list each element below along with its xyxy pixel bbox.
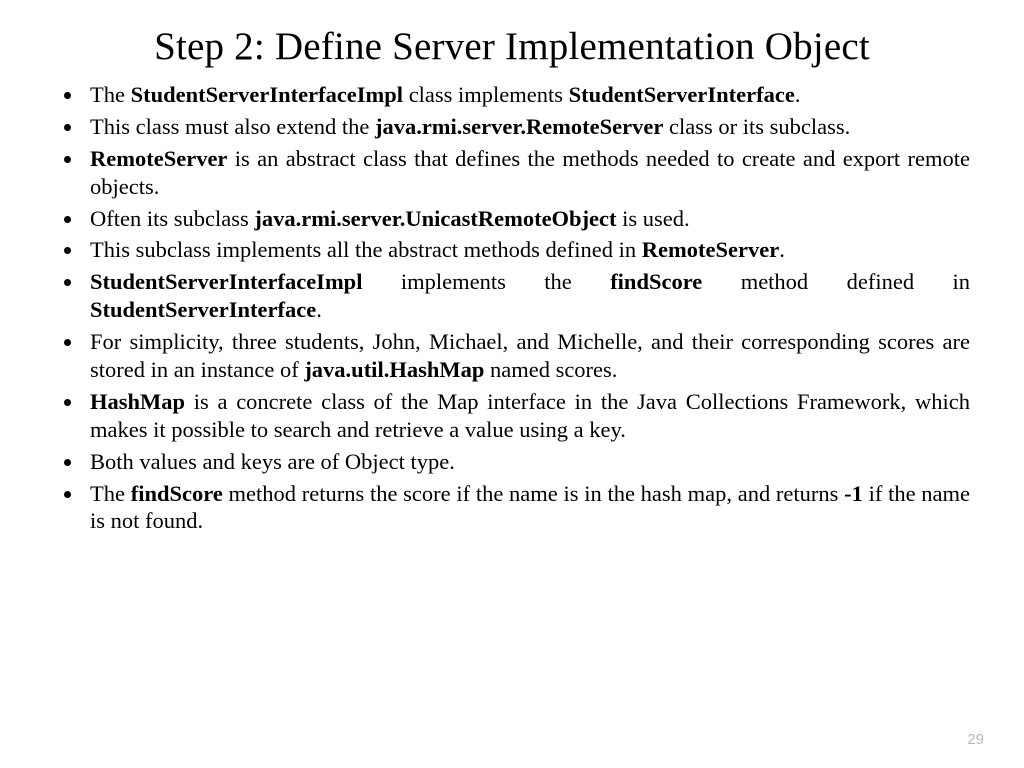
text-run: . — [779, 237, 785, 262]
text-run: Often its subclass — [90, 206, 254, 231]
bullet-item: Both values and keys are of Object type. — [84, 448, 970, 476]
text-run: HashMap — [90, 389, 185, 414]
text-run: findScore — [131, 481, 223, 506]
bullet-item: RemoteServer is an abstract class that d… — [84, 145, 970, 201]
bullet-item: Often its subclass java.rmi.server.Unica… — [84, 205, 970, 233]
text-run: is a concrete class of the Map interface… — [90, 389, 970, 442]
bullet-item: StudentServerInterfaceImpl implements th… — [84, 268, 970, 324]
text-run: findScore — [610, 269, 702, 294]
text-run: implements the — [362, 269, 610, 294]
text-run: java.rmi.server.UnicastRemoteObject — [254, 206, 616, 231]
text-run: StudentServerInterface — [90, 297, 316, 322]
text-run: The — [90, 82, 131, 107]
text-run: named scores. — [484, 357, 617, 382]
text-run: class or its subclass. — [663, 114, 850, 139]
slide: Step 2: Define Server Implementation Obj… — [0, 0, 1024, 768]
text-run: java.rmi.server.RemoteServer — [375, 114, 663, 139]
text-run: is used. — [617, 206, 690, 231]
text-run: method returns the score if the name is … — [223, 481, 844, 506]
text-run: . — [316, 297, 322, 322]
bullet-list: The StudentServerInterfaceImpl class imp… — [54, 81, 970, 535]
text-run: StudentServerInterface — [569, 82, 795, 107]
text-run: method defined in — [702, 269, 970, 294]
slide-title: Step 2: Define Server Implementation Obj… — [54, 24, 970, 69]
text-run: StudentServerInterfaceImpl — [131, 82, 403, 107]
text-run: -1 — [844, 481, 863, 506]
text-run: StudentServerInterfaceImpl — [90, 269, 362, 294]
bullet-item: The StudentServerInterfaceImpl class imp… — [84, 81, 970, 109]
text-run: java.util.HashMap — [304, 357, 484, 382]
page-number: 29 — [967, 731, 984, 748]
bullet-item: HashMap is a concrete class of the Map i… — [84, 388, 970, 444]
text-run: This subclass implements all the abstrac… — [90, 237, 642, 262]
text-run: RemoteServer — [90, 146, 227, 171]
bullet-item: This class must also extend the java.rmi… — [84, 113, 970, 141]
text-run: . — [795, 82, 801, 107]
bullet-item: This subclass implements all the abstrac… — [84, 236, 970, 264]
text-run: The — [90, 481, 131, 506]
text-run: This class must also extend the — [90, 114, 375, 139]
text-run: class implements — [403, 82, 569, 107]
text-run: Both values and keys are of Object type. — [90, 449, 455, 474]
bullet-item: For simplicity, three students, John, Mi… — [84, 328, 970, 384]
text-run: RemoteServer — [642, 237, 779, 262]
bullet-item: The findScore method returns the score i… — [84, 480, 970, 536]
